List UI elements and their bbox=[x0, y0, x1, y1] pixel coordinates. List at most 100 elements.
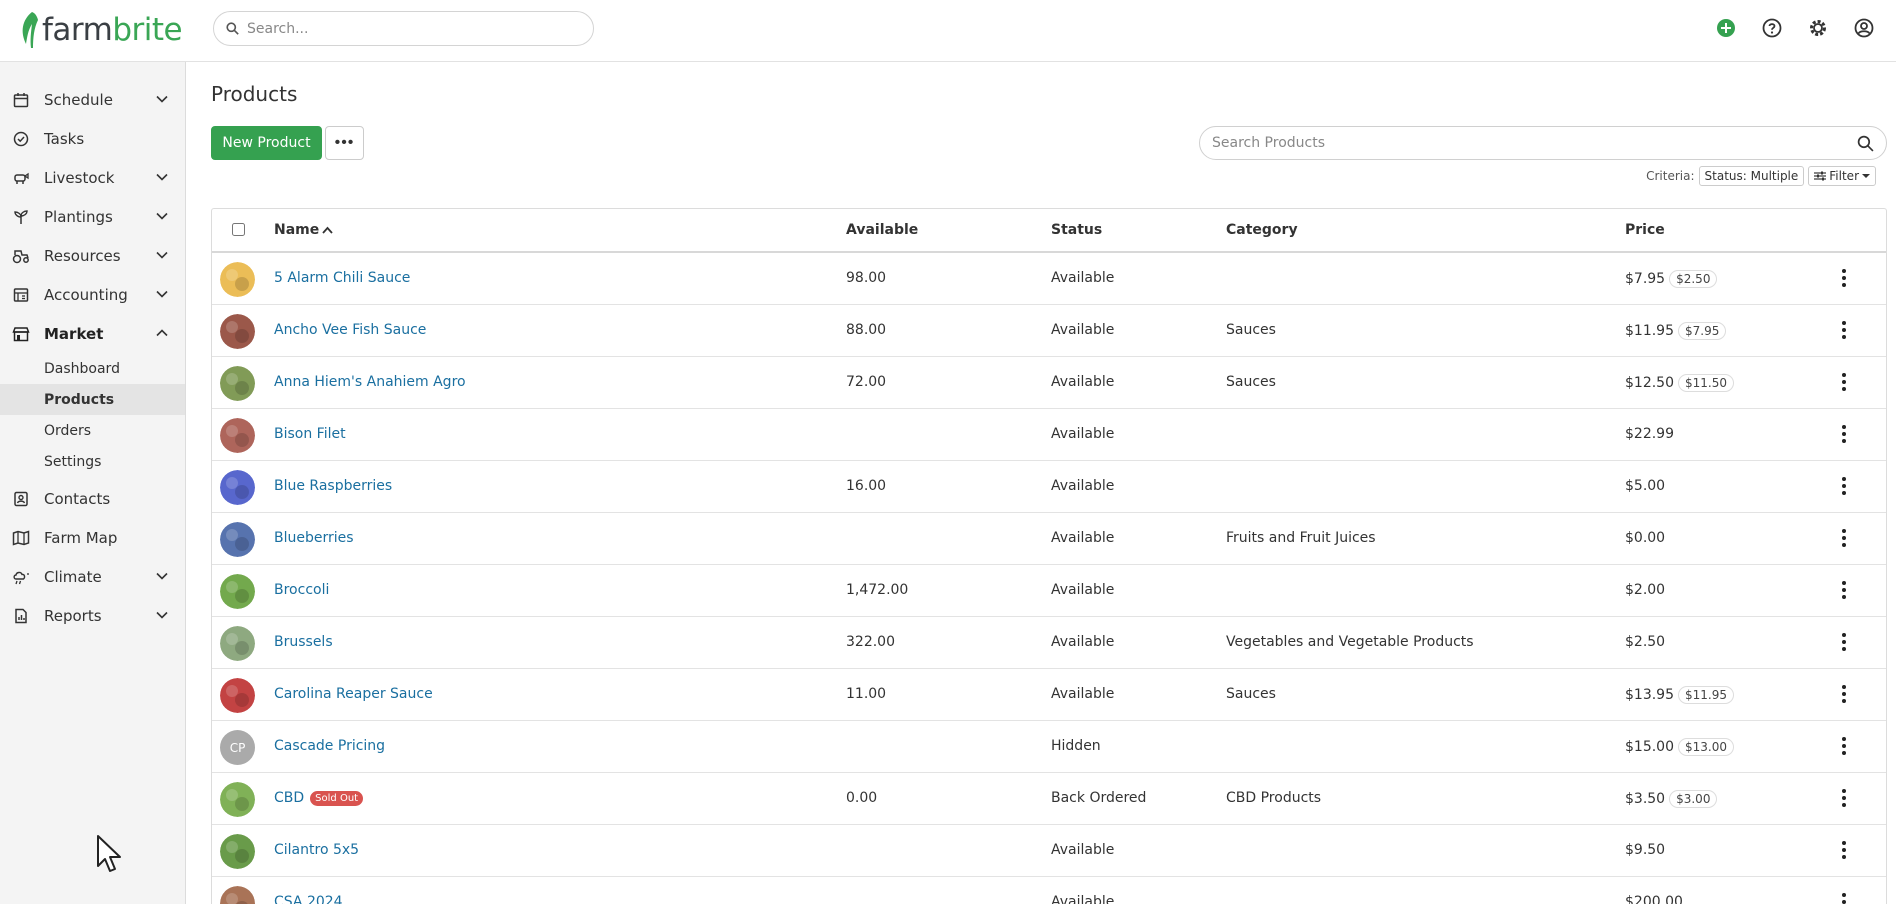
product-link[interactable]: Cascade Pricing bbox=[274, 738, 385, 754]
leaf-logo-icon bbox=[22, 12, 38, 48]
table-row[interactable]: Broccoli 1,472.00 Available $2.00 bbox=[212, 565, 1886, 617]
row-menu-icon[interactable] bbox=[1838, 579, 1850, 601]
table-row[interactable]: Ancho Vee Fish Sauce 88.00 Available Sau… bbox=[212, 305, 1886, 357]
row-menu-icon[interactable] bbox=[1838, 527, 1850, 549]
sidebar-item-plantings[interactable]: Plantings bbox=[0, 197, 185, 236]
available-cell: 1,472.00 bbox=[846, 582, 909, 598]
column-header-available[interactable]: Available bbox=[846, 222, 918, 238]
sidebar-item-label: Tasks bbox=[44, 129, 85, 148]
sidebar-item-accounting[interactable]: Accounting bbox=[0, 275, 185, 314]
table-row[interactable]: CP Cascade Pricing Hidden $15.00 $13.00 bbox=[212, 721, 1886, 773]
product-link[interactable]: CBD bbox=[274, 790, 304, 806]
search-icon[interactable] bbox=[1857, 135, 1874, 152]
table-row[interactable]: CSA 2024 Available $200.00 bbox=[212, 877, 1886, 904]
column-header-price[interactable]: Price bbox=[1625, 222, 1665, 238]
product-search[interactable] bbox=[1199, 126, 1887, 160]
sidebar-item-resources[interactable]: Resources bbox=[0, 236, 185, 275]
price-value: $0.00 bbox=[1625, 530, 1666, 546]
sliders-icon bbox=[1814, 171, 1827, 181]
plus-circle-icon[interactable] bbox=[1714, 16, 1738, 40]
new-product-button[interactable]: New Product bbox=[211, 126, 322, 160]
row-menu-icon[interactable] bbox=[1838, 735, 1850, 757]
price-value: $15.00 bbox=[1625, 739, 1674, 755]
product-link[interactable]: Brussels bbox=[274, 634, 333, 650]
price-value: $2.50 bbox=[1625, 634, 1666, 650]
sidebar-item-tasks[interactable]: Tasks bbox=[0, 119, 185, 158]
sidebar-item-contacts[interactable]: Contacts bbox=[0, 479, 185, 518]
product-link[interactable]: 5 Alarm Chili Sauce bbox=[274, 270, 410, 286]
product-thumbnail bbox=[220, 314, 255, 349]
table-row[interactable]: Bison Filet Available $22.99 bbox=[212, 409, 1886, 461]
sidebar-subitem-settings[interactable]: Settings bbox=[0, 446, 185, 477]
row-menu-icon[interactable] bbox=[1838, 891, 1850, 904]
product-name-cell: CBD Sold Out bbox=[274, 790, 364, 806]
row-menu-icon[interactable] bbox=[1838, 839, 1850, 861]
row-menu-icon[interactable] bbox=[1838, 475, 1850, 497]
row-menu-icon[interactable] bbox=[1838, 319, 1850, 341]
status-cell: Available bbox=[1051, 686, 1115, 702]
product-link[interactable]: Anna Hiem's Anahiem Agro bbox=[274, 374, 466, 390]
sidebar-item-farm-map[interactable]: Farm Map bbox=[0, 518, 185, 557]
mouse-pointer-icon bbox=[96, 58, 124, 98]
row-menu-icon[interactable] bbox=[1838, 787, 1850, 809]
sidebar-item-market[interactable]: Market bbox=[0, 314, 185, 353]
sale-price: $3.00 bbox=[1669, 790, 1718, 808]
table-row[interactable]: CBD Sold Out 0.00 Back Ordered CBD Produc… bbox=[212, 773, 1886, 825]
column-header-status[interactable]: Status bbox=[1051, 222, 1102, 238]
product-link[interactable]: Broccoli bbox=[274, 582, 329, 598]
table-row[interactable]: 5 Alarm Chili Sauce 98.00 Available $7.9… bbox=[212, 253, 1886, 305]
table-row[interactable]: Brussels 322.00 Available Vegetables and… bbox=[212, 617, 1886, 669]
product-link[interactable]: Ancho Vee Fish Sauce bbox=[274, 322, 426, 338]
row-menu-icon[interactable] bbox=[1838, 267, 1850, 289]
farmbrite-logo[interactable]: farmbrite bbox=[18, 6, 183, 54]
product-link[interactable]: Carolina Reaper Sauce bbox=[274, 686, 433, 702]
row-menu-icon[interactable] bbox=[1838, 631, 1850, 653]
sidebar-subitem-products[interactable]: Products bbox=[0, 384, 185, 415]
chevron-up-icon bbox=[156, 329, 168, 337]
price-value: $2.00 bbox=[1625, 582, 1666, 598]
product-name-cell: Blueberries bbox=[274, 530, 354, 546]
filter-button[interactable]: Filter bbox=[1808, 166, 1876, 186]
product-search-input[interactable] bbox=[1212, 135, 1832, 151]
product-link[interactable]: Bison Filet bbox=[274, 426, 346, 442]
price-cell: $13.95 $11.95 bbox=[1625, 686, 1734, 704]
select-all-checkbox[interactable] bbox=[232, 223, 245, 236]
sidebar-item-reports[interactable]: Reports bbox=[0, 596, 185, 635]
global-search[interactable] bbox=[213, 11, 594, 46]
row-menu-icon[interactable] bbox=[1838, 371, 1850, 393]
chevron-down-icon bbox=[156, 173, 168, 181]
table-row[interactable]: Blue Raspberries 16.00 Available $5.00 bbox=[212, 461, 1886, 513]
global-search-input[interactable] bbox=[247, 20, 567, 37]
help-icon[interactable] bbox=[1760, 16, 1784, 40]
available-cell: 322.00 bbox=[846, 634, 895, 650]
sidebar-subitem-orders[interactable]: Orders bbox=[0, 415, 185, 446]
product-link[interactable]: Cilantro 5x5 bbox=[274, 842, 359, 858]
table-row[interactable]: Blueberries Available Fruits and Fruit J… bbox=[212, 513, 1886, 565]
category-cell: Sauces bbox=[1226, 686, 1276, 702]
status-criteria-chip[interactable]: Status: Multiple bbox=[1698, 166, 1805, 186]
product-thumbnail bbox=[220, 418, 255, 453]
column-header-category[interactable]: Category bbox=[1226, 222, 1298, 238]
sidebar-item-livestock[interactable]: Livestock bbox=[0, 158, 185, 197]
sidebar-item-label: Resources bbox=[44, 246, 121, 265]
sidebar-item-schedule[interactable]: Schedule bbox=[0, 80, 185, 119]
product-name-cell: Cilantro 5x5 bbox=[274, 842, 359, 858]
sidebar-item-climate[interactable]: Climate bbox=[0, 557, 185, 596]
product-link[interactable]: Blueberries bbox=[274, 530, 354, 546]
table-row[interactable]: Anna Hiem's Anahiem Agro 72.00 Available… bbox=[212, 357, 1886, 409]
table-row[interactable]: Carolina Reaper Sauce 11.00 Available Sa… bbox=[212, 669, 1886, 721]
filter-label: Filter bbox=[1829, 169, 1859, 183]
table-row[interactable]: Cilantro 5x5 Available $9.50 bbox=[212, 825, 1886, 877]
product-link[interactable]: CSA 2024 bbox=[274, 894, 343, 904]
settings-icon[interactable] bbox=[1806, 16, 1830, 40]
sidebar-subitem-dashboard[interactable]: Dashboard bbox=[0, 353, 185, 384]
status-cell: Available bbox=[1051, 894, 1115, 904]
account-icon[interactable] bbox=[1852, 16, 1876, 40]
column-header-name[interactable]: Name bbox=[274, 222, 333, 238]
category-cell: CBD Products bbox=[1226, 790, 1322, 806]
row-menu-icon[interactable] bbox=[1838, 423, 1850, 445]
more-actions-button[interactable]: ••• bbox=[325, 126, 364, 160]
sale-price: $7.95 bbox=[1678, 322, 1727, 340]
product-link[interactable]: Blue Raspberries bbox=[274, 478, 392, 494]
row-menu-icon[interactable] bbox=[1838, 683, 1850, 705]
